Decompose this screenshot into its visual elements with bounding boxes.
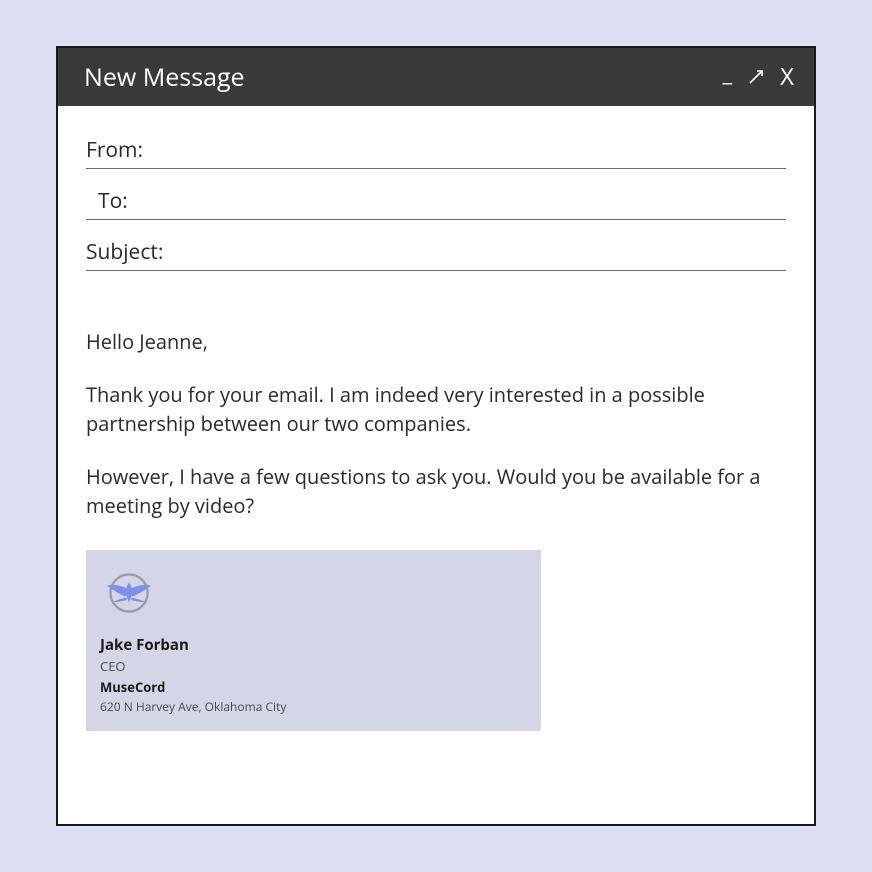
- from-input[interactable]: [156, 140, 786, 163]
- window-controls: _ X: [722, 65, 794, 89]
- subject-field-row: Subject:: [86, 238, 786, 271]
- signature-title: CEO: [100, 657, 527, 675]
- expand-icon[interactable]: [748, 69, 764, 85]
- close-icon[interactable]: X: [780, 65, 794, 89]
- signature-address: 620 N Harvey Ave, Oklahoma City: [100, 698, 527, 715]
- to-input[interactable]: [168, 191, 786, 214]
- body-paragraph: Thank you for your email. I am indeed ve…: [86, 380, 786, 438]
- body-paragraph: However, I have a few questions to ask y…: [86, 462, 786, 520]
- signature-company: MuseCord: [100, 678, 527, 696]
- body-text: Hello Jeanne, Thank you for your email. …: [86, 327, 786, 520]
- signature-card: Jake Forban CEO MuseCord 620 N Harvey Av…: [86, 550, 541, 731]
- to-label: To:: [98, 187, 168, 215]
- from-label: From:: [86, 136, 156, 164]
- subject-input[interactable]: [163, 242, 786, 265]
- from-field-row: From:: [86, 136, 786, 169]
- phoenix-logo-icon: [100, 564, 527, 627]
- compose-window: New Message _ X From: To: Subject:: [56, 46, 816, 826]
- window-title: New Message: [84, 60, 245, 94]
- minimize-icon[interactable]: _: [722, 62, 732, 84]
- to-field-row: To:: [86, 187, 786, 220]
- body-greeting: Hello Jeanne,: [86, 327, 786, 356]
- header-fields: From: To: Subject:: [58, 106, 814, 289]
- subject-label: Subject:: [86, 238, 163, 266]
- titlebar: New Message _ X: [58, 48, 814, 106]
- message-body[interactable]: Hello Jeanne, Thank you for your email. …: [58, 289, 814, 824]
- signature-name: Jake Forban: [100, 635, 527, 655]
